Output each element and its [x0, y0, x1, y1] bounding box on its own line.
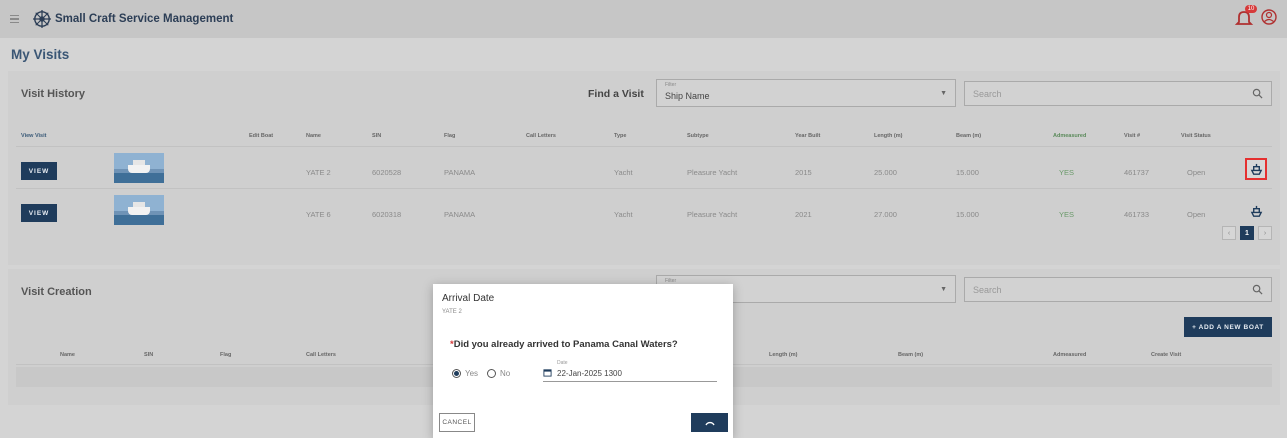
search-icon [1252, 88, 1263, 99]
col-sin: SIN [144, 352, 154, 358]
visit-filter-select[interactable]: Filter Ship Name ▼ [656, 79, 956, 107]
col-visit-status: Visit Status [1181, 133, 1211, 139]
boat-search-input[interactable]: Search [964, 277, 1272, 302]
radio-no-label: No [500, 369, 511, 378]
arrival-date-field[interactable]: Date 22-Jan-2025 1300 [543, 360, 717, 382]
col-type: Type [614, 133, 627, 139]
notifications-bell[interactable]: 10 [1234, 5, 1257, 28]
cell-flag: PANAMA [444, 210, 476, 219]
cell-flag: PANAMA [444, 168, 476, 177]
cell-visit-status: Open [1187, 210, 1206, 219]
cell-year: 2021 [795, 210, 812, 219]
arrival-date-dialog: Arrival Date YATE 2 *Did you already arr… [433, 284, 733, 438]
col-name: Name [60, 352, 75, 358]
search-placeholder: Search [973, 285, 1002, 295]
pagination-prev-button[interactable]: ‹ [1222, 226, 1236, 240]
cell-year: 2015 [795, 168, 812, 177]
col-sin: SIN [372, 133, 382, 139]
pagination-current-page[interactable]: 1 [1240, 226, 1254, 240]
view-visit-button[interactable]: VIEW [21, 162, 57, 180]
col-view-visit: View Visit [21, 133, 47, 139]
notification-count-badge: 10 [1245, 5, 1257, 13]
col-flag: Flag [220, 352, 232, 358]
pagination-next-button[interactable]: › [1258, 226, 1272, 240]
ship-icon [1250, 205, 1262, 217]
cell-subtype: Pleasure Yacht [687, 168, 738, 177]
radio-yes-indicator [452, 369, 461, 378]
cancel-button[interactable]: CANCEL [439, 413, 475, 432]
col-create-visit: Create Visit [1151, 352, 1182, 358]
filter-label: Filter [665, 82, 677, 88]
view-visit-button[interactable]: VIEW [21, 204, 57, 222]
cell-subtype: Pleasure Yacht [687, 210, 738, 219]
col-flag: Flag [444, 133, 456, 139]
col-visit-number: Visit # [1124, 133, 1141, 139]
cell-length: 25.000 [874, 168, 897, 177]
date-label: Date [557, 360, 568, 366]
arrival-question-text: Did you already arrived to Panama Canal … [453, 339, 678, 350]
radio-yes-label: Yes [465, 369, 479, 378]
col-length: Length (m) [874, 133, 903, 139]
chevron-down-icon: ▼ [940, 90, 947, 97]
app-title: Small Craft Service Management [55, 13, 234, 25]
row-divider [16, 188, 1272, 189]
page-title: My Visits [11, 47, 70, 62]
search-placeholder: Search [973, 89, 1002, 99]
find-visit-label: Find a Visit [588, 88, 644, 100]
col-call-letters: Call Letters [306, 352, 336, 358]
ship-icon [1250, 163, 1262, 175]
col-name: Name [306, 133, 321, 139]
visit-creation-title: Visit Creation [21, 286, 92, 298]
visit-history-card: Visit History Find a Visit Filter Ship N… [8, 71, 1280, 265]
cell-beam: 15.000 [956, 210, 979, 219]
ship-action-button[interactable] [1245, 200, 1267, 222]
cell-sin: 6020528 [372, 168, 402, 177]
radio-no-indicator [487, 369, 496, 378]
cell-visit-number: 461733 [1124, 210, 1150, 219]
cell-admeasured: YES [1059, 210, 1075, 219]
loading-spinner-icon [704, 421, 715, 425]
add-new-boat-button[interactable]: + ADD A NEW BOAT [1184, 317, 1272, 337]
cell-admeasured: YES [1059, 168, 1075, 177]
arrival-question: *Did you already arrived to Panama Canal… [450, 339, 678, 350]
cell-type: Yacht [614, 210, 633, 219]
col-admeasured: Admeasured [1053, 133, 1087, 139]
date-value: 22-Jan-2025 1300 [557, 369, 622, 378]
visit-history-title: Visit History [21, 88, 85, 100]
dialog-title: Arrival Date [442, 293, 495, 304]
visit-search-input[interactable]: Search [964, 81, 1272, 106]
col-year-built: Year Built [795, 133, 821, 139]
col-edit-boat: Edit Boat [249, 133, 274, 139]
col-call-letters: Call Letters [526, 133, 556, 139]
confirm-button[interactable] [691, 413, 728, 432]
cell-type: Yacht [614, 168, 633, 177]
app-header: Small Craft Service Management 10 [0, 0, 1287, 38]
search-icon [1252, 284, 1263, 295]
ship-wheel-logo-icon [33, 10, 51, 28]
chevron-down-icon: ▼ [940, 286, 947, 293]
calendar-icon [543, 369, 552, 377]
account-icon[interactable] [1261, 9, 1277, 25]
col-beam: Beam (m) [898, 352, 924, 358]
cell-visit-number: 461737 [1124, 168, 1150, 177]
cell-visit-status: Open [1187, 168, 1206, 177]
radio-yes[interactable]: Yes [452, 369, 478, 378]
cell-beam: 15.000 [956, 168, 979, 177]
cell-name: YATE 6 [306, 210, 331, 219]
boat-thumbnail [114, 195, 164, 225]
dialog-subtitle: YATE 2 [442, 309, 462, 315]
header-divider [16, 146, 1272, 147]
hamburger-menu-icon[interactable] [7, 8, 29, 30]
col-length: Length (m) [769, 352, 798, 358]
ship-action-button[interactable] [1245, 158, 1267, 180]
radio-no[interactable]: No [487, 369, 510, 378]
col-subtype: Subtype [687, 133, 709, 139]
cell-sin: 6020318 [372, 210, 402, 219]
filter-value: Ship Name [665, 91, 710, 101]
cell-name: YATE 2 [306, 168, 331, 177]
boat-thumbnail [114, 153, 164, 183]
col-beam: Beam (m) [956, 133, 982, 139]
col-admeasured: Admeasured [1053, 352, 1087, 358]
cell-length: 27.000 [874, 210, 897, 219]
